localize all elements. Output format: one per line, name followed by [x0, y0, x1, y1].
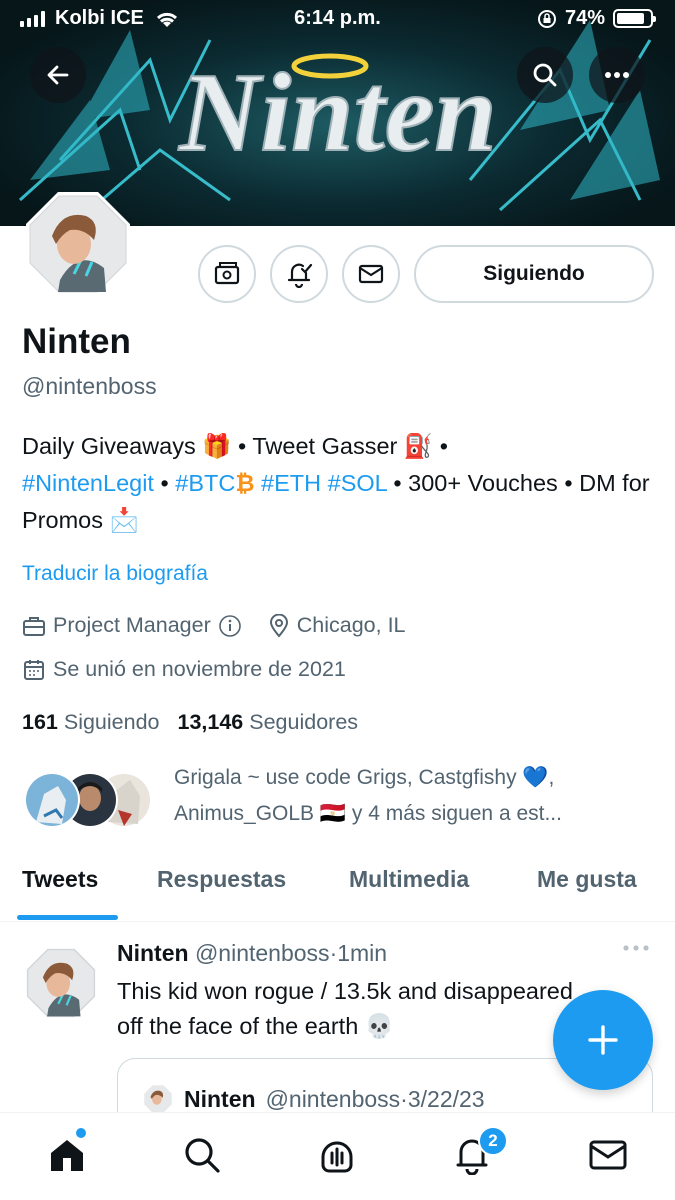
battery-percent: 74%	[564, 7, 605, 29]
tweet-author-name[interactable]: Ninten	[117, 940, 189, 966]
home-unread-dot	[76, 1128, 86, 1138]
active-tab-indicator	[17, 915, 118, 920]
bio-separator: •	[564, 470, 573, 496]
tab-replies[interactable]: Respuestas	[157, 866, 286, 893]
message-button[interactable]	[342, 245, 400, 303]
bio-text: 300+ Vouches	[408, 470, 558, 496]
tweet-author-avatar[interactable]	[22, 944, 100, 1022]
quoted-author-handle: @nintenboss	[265, 1085, 401, 1112]
tab-tweets[interactable]: Tweets	[22, 866, 98, 893]
location-pin-icon	[269, 613, 288, 638]
banner-logo-text: Ninten	[177, 51, 496, 175]
profile-meta-row: Project Manager Chicago, IL	[22, 613, 432, 638]
tweet-author-handle: @nintenboss	[194, 940, 330, 966]
followers-label: Seguidores	[249, 710, 359, 734]
subscribe-button[interactable]	[198, 245, 256, 303]
tweet-more-icon[interactable]	[622, 944, 650, 952]
profile-joined-row: Se unió en noviembre de 2021	[22, 657, 372, 682]
nav-messages[interactable]	[586, 1133, 630, 1177]
tweet-time: 1min	[337, 940, 388, 966]
orientation-lock-icon	[537, 9, 556, 28]
nav-search[interactable]	[180, 1133, 224, 1177]
hashtag-link[interactable]: #SOL	[328, 470, 387, 496]
quoted-tweet-header: Ninten @nintenboss·3/22/23	[142, 1083, 485, 1112]
followers-count-link[interactable]: 13,146 Seguidores	[178, 710, 359, 735]
follow-counts: 161 Siguiendo 13,146 Seguidores	[22, 710, 358, 735]
separator-dot: ·	[400, 1085, 408, 1112]
hashtag-link[interactable]: #BTC	[175, 470, 235, 496]
bio-separator: •	[238, 433, 247, 459]
profile-tabs: Tweets Respuestas Multimedia Me gusta	[0, 860, 675, 922]
back-button[interactable]	[30, 47, 86, 103]
profile-handle: @nintenboss	[22, 373, 157, 399]
arrow-left-icon	[47, 65, 69, 85]
bitcoin-icon: ₿	[235, 470, 255, 496]
known-followers-text: Grigala ~ use code Grigs, Castgfishy 💙, …	[174, 760, 654, 832]
following-button[interactable]: Siguiendo	[414, 245, 654, 303]
quoted-tweet-date: 3/22/23	[407, 1085, 485, 1112]
nav-spaces[interactable]	[315, 1133, 359, 1177]
mail-emoji: 📩	[109, 507, 139, 533]
quoted-author-avatar	[144, 1085, 172, 1112]
tab-media[interactable]: Multimedia	[349, 866, 469, 893]
notification-badge: 2	[478, 1126, 508, 1156]
following-label: Siguiendo	[63, 710, 160, 734]
hashtag-link[interactable]: #ETH	[261, 470, 321, 496]
messages-icon	[589, 1140, 627, 1170]
bio-separator: •	[439, 433, 448, 459]
info-icon[interactable]	[218, 614, 242, 638]
known-followers-line: Animus_GOLB 🇪🇬 y 4 más siguen a est...	[174, 802, 562, 825]
bio-separator: •	[393, 470, 402, 496]
following-count: 161	[22, 710, 58, 734]
tweet-header: Ninten @nintenboss·1min	[117, 940, 387, 967]
ticket-icon	[214, 262, 240, 285]
home-icon	[51, 1140, 83, 1171]
known-followers[interactable]: Grigala ~ use code Grigs, Castgfishy 💙, …	[22, 760, 662, 832]
known-followers-line: Grigala ~ use code Grigs, Castgfishy 💙,	[174, 766, 555, 789]
plus-icon	[588, 1025, 618, 1055]
profile-joined-date: Se unió en noviembre de 2021	[53, 657, 346, 681]
profile-bio: Daily Giveaways 🎁 • Tweet Gasser ⛽ • #Ni…	[22, 428, 652, 539]
profile-location: Chicago, IL	[296, 613, 406, 637]
gift-emoji: 🎁	[202, 433, 232, 459]
search-icon	[533, 63, 557, 87]
profile-name: Ninten	[22, 322, 131, 361]
avatar-image	[26, 192, 130, 296]
search-icon	[185, 1138, 220, 1173]
bell-check-icon	[287, 263, 313, 288]
tab-likes[interactable]: Me gusta	[537, 866, 637, 893]
more-horizontal-icon	[605, 72, 629, 78]
bio-text: Tweet Gasser	[252, 433, 398, 459]
briefcase-icon	[23, 616, 45, 636]
followers-count: 13,146	[177, 710, 244, 734]
bottom-navigation	[0, 1112, 675, 1200]
spaces-icon	[321, 1141, 353, 1173]
notify-button[interactable]	[270, 245, 328, 303]
search-profile-button[interactable]	[517, 47, 573, 103]
following-count-link[interactable]: 161 Siguiendo	[22, 710, 160, 735]
nav-home[interactable]	[45, 1133, 89, 1177]
compose-tweet-button[interactable]	[553, 990, 653, 1090]
fuel-emoji: ⛽	[403, 433, 434, 459]
translate-bio-link[interactable]: Traducir la biografía	[22, 562, 208, 586]
bio-separator: •	[160, 470, 169, 496]
battery-icon	[613, 9, 656, 28]
bio-text: Daily Giveaways	[22, 433, 196, 459]
hashtag-link[interactable]: #NintenLegit	[22, 470, 154, 496]
profile-avatar[interactable]	[22, 188, 134, 300]
profile-category: Project Manager	[53, 613, 211, 637]
envelope-icon	[358, 264, 384, 284]
quoted-author-name: Ninten	[184, 1085, 256, 1112]
status-bar: Kolbi ICE 6:14 p.m. 74%	[0, 0, 675, 40]
known-follower-avatars	[24, 772, 152, 828]
calendar-icon	[24, 659, 44, 680]
more-options-button[interactable]	[589, 47, 645, 103]
